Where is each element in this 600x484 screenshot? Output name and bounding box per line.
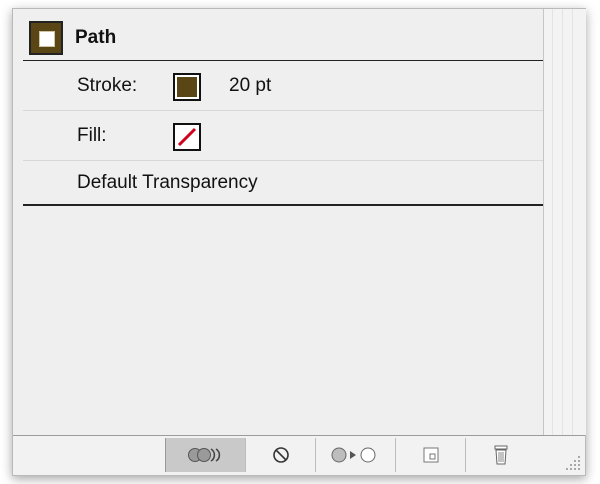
delete-item-button[interactable] <box>465 438 535 472</box>
transparency-row[interactable]: Default Transparency <box>23 161 543 206</box>
stroke-label: Stroke: <box>77 74 138 96</box>
stroke-color-swatch[interactable] <box>173 73 201 101</box>
header-row[interactable]: Path <box>23 15 543 61</box>
panel-toolbar <box>13 435 585 475</box>
fill-label: Fill: <box>77 124 107 146</box>
reduce-to-basic-icon <box>331 447 375 463</box>
fill-none-swatch[interactable] <box>173 123 201 151</box>
duplicate-item-button[interactable] <box>395 438 465 472</box>
new-art-maintains-appearance-button[interactable] <box>165 438 245 472</box>
fill-row[interactable]: Fill: <box>23 111 543 161</box>
duplicate-item-icon <box>423 447 438 463</box>
stroke-weight-value[interactable]: 20 pt <box>229 75 271 97</box>
reduce-to-basic-appearance-button[interactable] <box>315 438 395 472</box>
trash-icon <box>494 445 507 465</box>
visibility-toggle-icon <box>187 448 220 462</box>
transparency-label: Default Transparency <box>77 171 258 193</box>
resize-grip-icon[interactable] <box>565 455 581 471</box>
appearance-panel: Path Stroke: 20 pt Fill: Default Transpa… <box>12 8 586 476</box>
stroke-row[interactable]: Stroke: 20 pt <box>23 61 543 111</box>
object-type-label: Path <box>75 26 117 48</box>
path-thumbnail-icon <box>29 21 63 55</box>
clear-appearance-icon <box>272 447 289 463</box>
none-swatch-icon <box>177 127 197 147</box>
clear-appearance-button[interactable] <box>245 438 315 472</box>
scrollbar-track[interactable] <box>543 9 586 435</box>
